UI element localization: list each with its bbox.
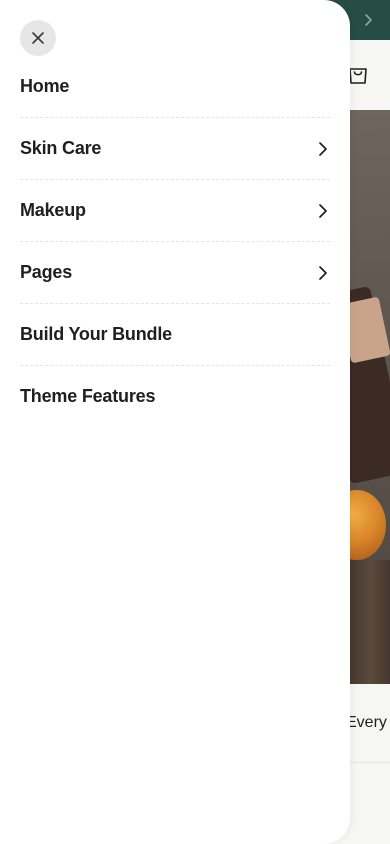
nav-item-skin-care[interactable]: Skin Care [20,118,330,180]
nav-item-label: Theme Features [20,386,156,406]
nav-item-build-your-bundle[interactable]: Build Your Bundle [20,304,330,366]
chevron-right-icon [316,141,330,156]
nav-menu: Home Skin Care Makeup Pages Build Your B… [20,56,330,427]
nav-item-label: Build Your Bundle [20,324,172,344]
nav-item-label: Skin Care [20,138,102,158]
close-button[interactable] [20,20,56,56]
nav-item-makeup[interactable]: Makeup [20,180,330,242]
nav-item-label: Pages [20,262,73,282]
chevron-right-icon [316,265,330,280]
nav-item-label: Home [20,76,70,96]
caption-text: Every S [346,714,390,731]
menu-drawer: Home Skin Care Makeup Pages Build Your B… [0,0,350,844]
close-icon [32,32,44,44]
nav-item-pages[interactable]: Pages [20,242,330,304]
nav-item-label: Makeup [20,200,86,220]
chevron-right-icon [316,203,330,218]
page: Every S Home Skin Care Makeup [0,0,390,844]
announcement-next-icon[interactable] [360,12,376,28]
nav-item-home[interactable]: Home [20,56,330,118]
nav-item-theme-features[interactable]: Theme Features [20,366,330,427]
